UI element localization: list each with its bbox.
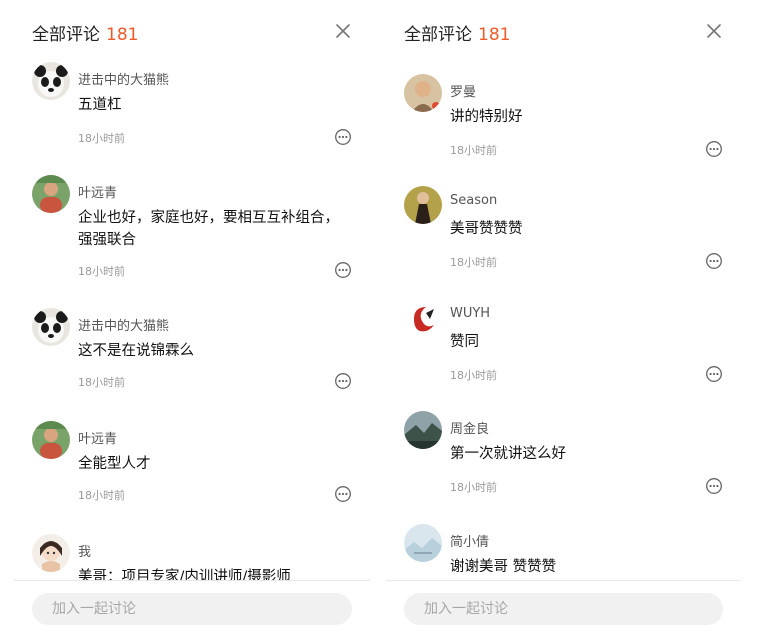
comment-footer: 加入一起讨论	[386, 580, 741, 643]
comment-item: 进击中的大猫熊 这不是在说锦霖么 18小时前	[14, 308, 370, 408]
comment-text: 企业也好，家庭也好，要相互互补组合，强强联合	[78, 210, 339, 248]
comment-time: 18小时前	[450, 481, 497, 494]
avatar[interactable]	[32, 62, 70, 100]
commenter-name[interactable]: 我	[78, 541, 91, 560]
comment-item: 罗曼 讲的特别好 18小时前	[386, 74, 741, 174]
avatar[interactable]	[32, 308, 70, 346]
close-icon[interactable]	[334, 22, 352, 40]
comments-panel-left: 全部评论 181 进击中的大猫熊 五道杠 18小时前 叶远青 企业也好，家庭也好…	[14, 0, 370, 643]
comment-text: 全能型人才	[78, 456, 151, 472]
comments-count: 181	[478, 25, 511, 45]
comments-header: 全部评论 181	[386, 0, 741, 62]
commenter-name[interactable]: WUYH	[450, 306, 490, 321]
comment-reply-icon[interactable]	[705, 252, 723, 270]
comments-title: 全部评论 181	[32, 20, 138, 45]
comment-time: 18小时前	[78, 376, 125, 389]
commenter-name[interactable]: 周金良	[450, 418, 489, 437]
commenter-name[interactable]: 简小倩	[450, 531, 489, 550]
avatar[interactable]	[404, 74, 442, 112]
comment-text: 美哥：项目专家/内训讲师/摄影师	[78, 569, 291, 581]
comment-input[interactable]: 加入一起讨论	[32, 593, 352, 625]
comment-item: 我 美哥：项目专家/内训讲师/摄影师	[14, 534, 370, 581]
comment-item: 周金良 第一次就讲这么好 18小时前	[386, 411, 741, 511]
comments-count: 181	[106, 25, 139, 45]
comment-item: 进击中的大猫熊 五道杠 18小时前	[14, 62, 370, 170]
comment-reply-icon[interactable]	[334, 261, 352, 279]
commenter-name[interactable]: 叶远青	[78, 182, 117, 201]
comment-text: 讲的特别好	[450, 109, 523, 125]
avatar[interactable]	[404, 186, 442, 224]
comment-reply-icon[interactable]	[334, 372, 352, 390]
commenter-name[interactable]: 进击中的大猫熊	[78, 69, 169, 88]
comment-time: 18小时前	[78, 489, 125, 502]
comment-reply-icon[interactable]	[705, 140, 723, 158]
comment-time: 18小时前	[450, 144, 497, 157]
comment-text: 谢谢美哥 赞赞赞	[450, 559, 557, 575]
comments-header: 全部评论 181	[14, 0, 370, 62]
commenter-name[interactable]: 罗曼	[450, 81, 476, 100]
avatar[interactable]	[404, 299, 442, 337]
commenter-name[interactable]: 叶远青	[78, 428, 117, 447]
comment-item: 叶远青 全能型人才 18小时前	[14, 421, 370, 521]
comment-reply-icon[interactable]	[334, 128, 352, 146]
comments-title-label: 全部评论	[32, 25, 100, 45]
comment-item: WUYH 赞同 18小时前	[386, 299, 741, 399]
comment-input[interactable]: 加入一起讨论	[404, 593, 723, 625]
comment-text: 美哥赞赞赞	[450, 221, 523, 237]
comment-item: Season 美哥赞赞赞 18小时前	[386, 186, 741, 286]
comment-text: 这不是在说锦霖么	[78, 343, 194, 359]
comment-text: 赞同	[450, 334, 479, 350]
avatar[interactable]	[32, 534, 70, 572]
comment-text: 五道杠	[78, 97, 122, 113]
comment-text: 第一次就讲这么好	[450, 446, 566, 462]
close-icon[interactable]	[705, 22, 723, 40]
comment-time: 18小时前	[78, 265, 125, 278]
comment-reply-icon[interactable]	[705, 365, 723, 383]
comment-list: 进击中的大猫熊 五道杠 18小时前 叶远青 企业也好，家庭也好，要相互互补组合，…	[14, 58, 370, 581]
avatar[interactable]	[32, 421, 70, 459]
comment-reply-icon[interactable]	[705, 477, 723, 495]
comments-title-label: 全部评论	[404, 25, 472, 45]
comment-list: 罗曼 讲的特别好 18小时前 Season 美哥赞赞赞 18小时前 WUYH 赞…	[386, 58, 741, 581]
comment-footer: 加入一起讨论	[14, 580, 370, 643]
comment-time: 18小时前	[78, 132, 125, 145]
comment-reply-icon[interactable]	[334, 485, 352, 503]
comment-item: 简小倩 谢谢美哥 赞赞赞	[386, 524, 741, 581]
comment-time: 18小时前	[450, 256, 497, 269]
commenter-name[interactable]: 进击中的大猫熊	[78, 315, 169, 334]
avatar[interactable]	[404, 411, 442, 449]
comments-title: 全部评论 181	[404, 20, 510, 45]
commenter-name[interactable]: Season	[450, 193, 497, 208]
comment-item: 叶远青 企业也好，家庭也好，要相互互补组合，强强联合 18小时前	[14, 175, 370, 287]
comment-time: 18小时前	[450, 369, 497, 382]
avatar[interactable]	[404, 524, 442, 562]
comments-panel-right: 全部评论 181 罗曼 讲的特别好 18小时前 Season 美哥赞赞赞 18小…	[386, 0, 741, 643]
avatar[interactable]	[32, 175, 70, 213]
